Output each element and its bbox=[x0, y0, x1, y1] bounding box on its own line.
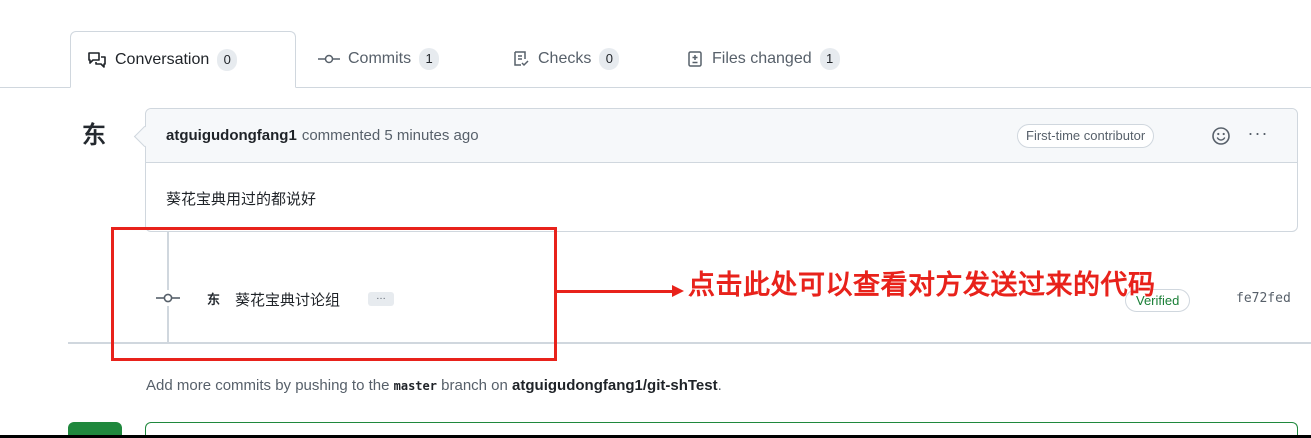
annotation-text: 点击此处可以查看对方发送过来的代码 bbox=[688, 270, 1156, 300]
comment-header: atguigudongfang1 commented 5 minutes ago… bbox=[146, 109, 1297, 163]
comment-body: 葵花宝典用过的都说好 bbox=[166, 191, 317, 208]
tab-conversation[interactable]: Conversation 0 bbox=[70, 31, 296, 88]
comment-timestamp[interactable]: commented 5 minutes ago bbox=[302, 127, 479, 144]
comment-box: atguigudongfang1 commented 5 minutes ago… bbox=[145, 108, 1298, 232]
tab-files-changed[interactable]: Files changed 1 bbox=[670, 31, 856, 87]
checklist-icon bbox=[512, 50, 530, 68]
annotation-highlight-box bbox=[111, 227, 557, 361]
file-diff-icon bbox=[686, 50, 704, 68]
tab-commits-label: Commits bbox=[348, 50, 412, 67]
kebab-horizontal-icon[interactable]: ··· bbox=[1243, 123, 1273, 149]
author-avatar[interactable]: 东 bbox=[82, 120, 114, 152]
tab-commits[interactable]: Commits 1 bbox=[302, 31, 455, 87]
git-commit-icon bbox=[318, 52, 340, 66]
annotation-arrow-head bbox=[672, 285, 684, 297]
tab-conversation-count: 0 bbox=[217, 48, 238, 71]
commit-sha-link[interactable]: fe72fed bbox=[1236, 291, 1291, 306]
push-info-middle: branch on bbox=[436, 377, 513, 394]
repo-link[interactable]: atguigudongfang1/git-shTest bbox=[512, 377, 718, 394]
pull-request-page: Conversation 0 Commits 1 Checks 0 Files … bbox=[0, 0, 1311, 438]
push-info-suffix: . bbox=[717, 377, 722, 394]
annotation-arrow-line bbox=[557, 290, 675, 293]
push-info-prefix: Add more commits by pushing to the bbox=[146, 377, 394, 394]
tab-checks-count: 0 bbox=[599, 48, 620, 70]
comment-discussion-icon bbox=[87, 51, 107, 69]
branch-name: master bbox=[393, 379, 437, 393]
comment-author[interactable]: atguigudongfang1 bbox=[166, 127, 297, 144]
first-time-contributor-badge: First-time contributor bbox=[1017, 124, 1155, 148]
tab-checks[interactable]: Checks 0 bbox=[496, 31, 635, 87]
smiley-icon[interactable] bbox=[1208, 123, 1234, 149]
tab-conversation-label: Conversation bbox=[115, 50, 210, 68]
push-info-text: Add more commits by pushing to the maste… bbox=[146, 377, 722, 394]
tab-files-changed-count: 1 bbox=[819, 48, 840, 70]
tab-files-changed-label: Files changed bbox=[712, 50, 812, 67]
tab-checks-label: Checks bbox=[538, 50, 592, 67]
tab-commits-count: 1 bbox=[419, 48, 440, 70]
